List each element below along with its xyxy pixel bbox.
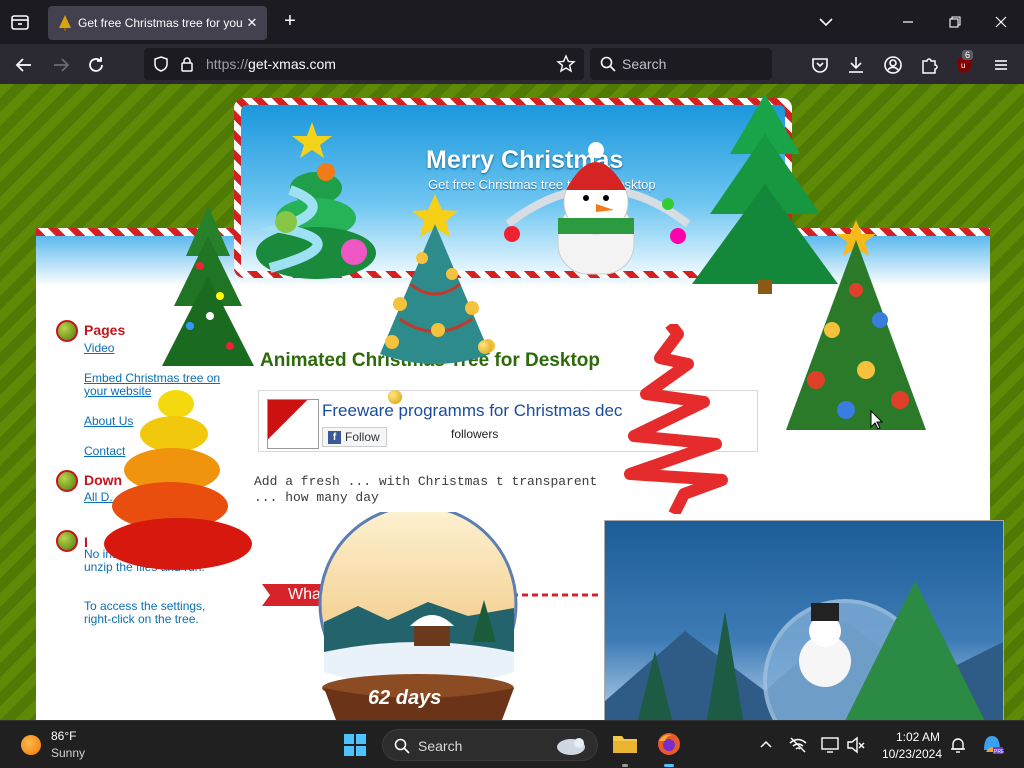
red-ribbon-tree-icon[interactable] xyxy=(620,320,730,519)
intro-paragraph: Add a fresh ... with Christmas t transpa… xyxy=(254,474,598,505)
sun-weather-icon[interactable] xyxy=(21,735,41,755)
downloads-icon[interactable] xyxy=(845,54,867,76)
search-highlight-icon xyxy=(551,733,591,762)
facebook-page-thumbnail[interactable] xyxy=(267,399,319,449)
address-bar[interactable]: https://get-xmas.com xyxy=(144,48,584,80)
show-hidden-icons-chevron-icon[interactable] xyxy=(758,737,774,758)
weather-temperature[interactable]: 86°F xyxy=(51,729,76,743)
ornament-icon xyxy=(388,390,402,404)
copilot-icon[interactable]: PRE xyxy=(980,732,1005,761)
taskbar-search-label: Search xyxy=(418,738,463,754)
close-tab-icon[interactable]: ✕ xyxy=(243,14,261,32)
list-all-tabs-chevron-icon[interactable] xyxy=(816,12,836,32)
svg-text:PRE: PRE xyxy=(994,749,1004,755)
pocket-icon[interactable] xyxy=(809,54,831,76)
padlock-icon[interactable] xyxy=(178,55,196,78)
sidebar-link-video[interactable]: Video xyxy=(84,341,114,355)
forward-arrow-icon[interactable] xyxy=(50,54,72,76)
file-explorer-icon[interactable] xyxy=(612,732,638,761)
sidebar-settings-text: To access the settings, right-click on t… xyxy=(84,599,206,626)
web-page: Merry Christmas Get free Christmas tree … xyxy=(0,84,1024,720)
minimize-window-icon[interactable] xyxy=(898,12,918,32)
restore-window-icon[interactable] xyxy=(945,12,965,32)
tab-title: Get free Christmas tree for your xyxy=(78,16,242,30)
ornament-icon xyxy=(478,340,492,354)
browser-tab-active[interactable]: Get free Christmas tree for your ✕ xyxy=(48,6,267,40)
mouse-cursor-icon xyxy=(870,409,884,435)
url-text: https://get-xmas.com xyxy=(206,56,336,72)
clock-date[interactable]: 10/23/2024 xyxy=(878,747,942,761)
weather-description[interactable]: Sunny xyxy=(51,746,85,760)
account-icon[interactable] xyxy=(882,54,904,76)
windows-taskbar: 86°F Sunny Search 1:02 AM 10/23/2024 PRE xyxy=(0,720,1024,768)
christmas-tree-icon[interactable] xyxy=(160,206,256,381)
display-icon[interactable] xyxy=(820,735,840,760)
search-placeholder: Search xyxy=(622,56,667,72)
back-arrow-icon[interactable] xyxy=(13,54,35,76)
svg-text:u: u xyxy=(961,61,965,70)
clock-time[interactable]: 1:02 AM xyxy=(894,730,940,744)
ornament-bullet-icon xyxy=(56,530,78,552)
browser-tab-bar: Get free Christmas tree for your ✕ + xyxy=(0,0,1024,44)
snow-globe-countdown[interactable]: 62 days xyxy=(318,504,520,720)
app-menu-hamburger-icon[interactable] xyxy=(990,54,1012,76)
extensions-puzzle-icon[interactable] xyxy=(918,54,940,76)
facebook-icon: f xyxy=(328,431,341,444)
firefox-icon[interactable] xyxy=(656,731,682,762)
bookmark-star-icon[interactable] xyxy=(556,54,576,79)
close-window-icon[interactable] xyxy=(991,12,1011,32)
windows-start-icon[interactable] xyxy=(344,734,366,756)
facebook-followers-count: followers xyxy=(451,427,499,441)
ornament-bullet-icon xyxy=(56,470,78,492)
facebook-page-title[interactable]: Freeware programms for Christmas dec xyxy=(322,401,622,421)
ornament-bullet-icon xyxy=(56,320,78,342)
fur-spiral-tree-icon[interactable] xyxy=(96,384,256,579)
decorated-christmas-tree-icon[interactable] xyxy=(776,220,936,445)
search-bar[interactable]: Search xyxy=(590,48,772,80)
search-icon xyxy=(599,55,617,78)
tab-list-icon[interactable] xyxy=(8,10,32,34)
globe-days-counter: 62 days xyxy=(368,687,441,709)
extension-badge-count: 6 xyxy=(962,50,974,60)
reload-icon[interactable] xyxy=(85,54,107,76)
network-status-icon[interactable] xyxy=(788,735,808,760)
browser-navigation-bar: https://get-xmas.com Search u xyxy=(0,44,1024,84)
new-tab-plus-icon[interactable]: + xyxy=(280,11,300,32)
snowman-garland-icon[interactable] xyxy=(498,94,698,289)
facebook-follow-button[interactable]: f Follow xyxy=(322,427,387,447)
christmas-tree-favicon-icon xyxy=(58,15,72,31)
active-indicator xyxy=(664,764,674,767)
search-icon xyxy=(393,737,411,760)
volume-muted-icon[interactable] xyxy=(846,735,866,760)
notification-bell-icon[interactable] xyxy=(948,735,968,760)
taskbar-search-box[interactable]: Search xyxy=(382,729,598,761)
tracking-protection-shield-icon[interactable] xyxy=(152,55,170,78)
video-preview-window[interactable]: 62 xyxy=(604,520,1004,720)
running-indicator xyxy=(622,764,628,767)
sidebar-pages-heading: Pages xyxy=(84,322,126,338)
